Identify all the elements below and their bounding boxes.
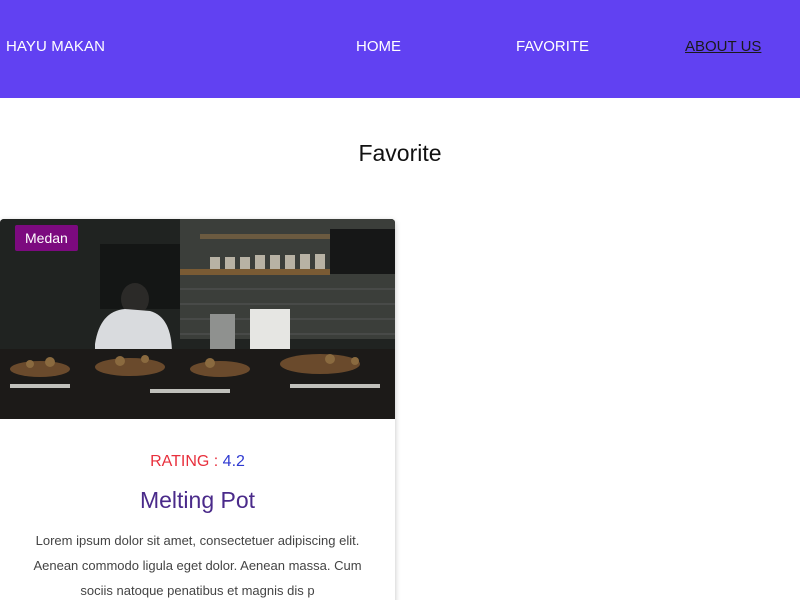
rating-label: RATING : (150, 453, 223, 470)
nav-link-favorite[interactable]: FAVORITE (516, 38, 589, 55)
rating-value: 4.2 (222, 453, 245, 470)
nav-link-about-us[interactable]: ABOUT US (685, 38, 761, 55)
city-badge: Medan (15, 225, 78, 251)
restaurant-name[interactable]: Melting Pot (20, 487, 375, 514)
rating: RATING : 4.2 (20, 453, 375, 471)
nav-link-home[interactable]: HOME (356, 38, 401, 55)
restaurant-description: Lorem ipsum dolor sit amet, consectetuer… (33, 533, 362, 598)
restaurant-card[interactable]: Medan RATING : 4.2 Melting Pot Lorem ips… (0, 219, 395, 600)
restaurant-image: Medan (0, 219, 395, 419)
page-title: Favorite (358, 140, 442, 166)
brand-logo[interactable]: HAYU MAKAN (6, 38, 105, 55)
top-navbar: HAYU MAKAN HOME FAVORITE ABOUT US (0, 0, 800, 98)
card-body: RATING : 4.2 Melting Pot Lorem ipsum dol… (0, 419, 395, 600)
